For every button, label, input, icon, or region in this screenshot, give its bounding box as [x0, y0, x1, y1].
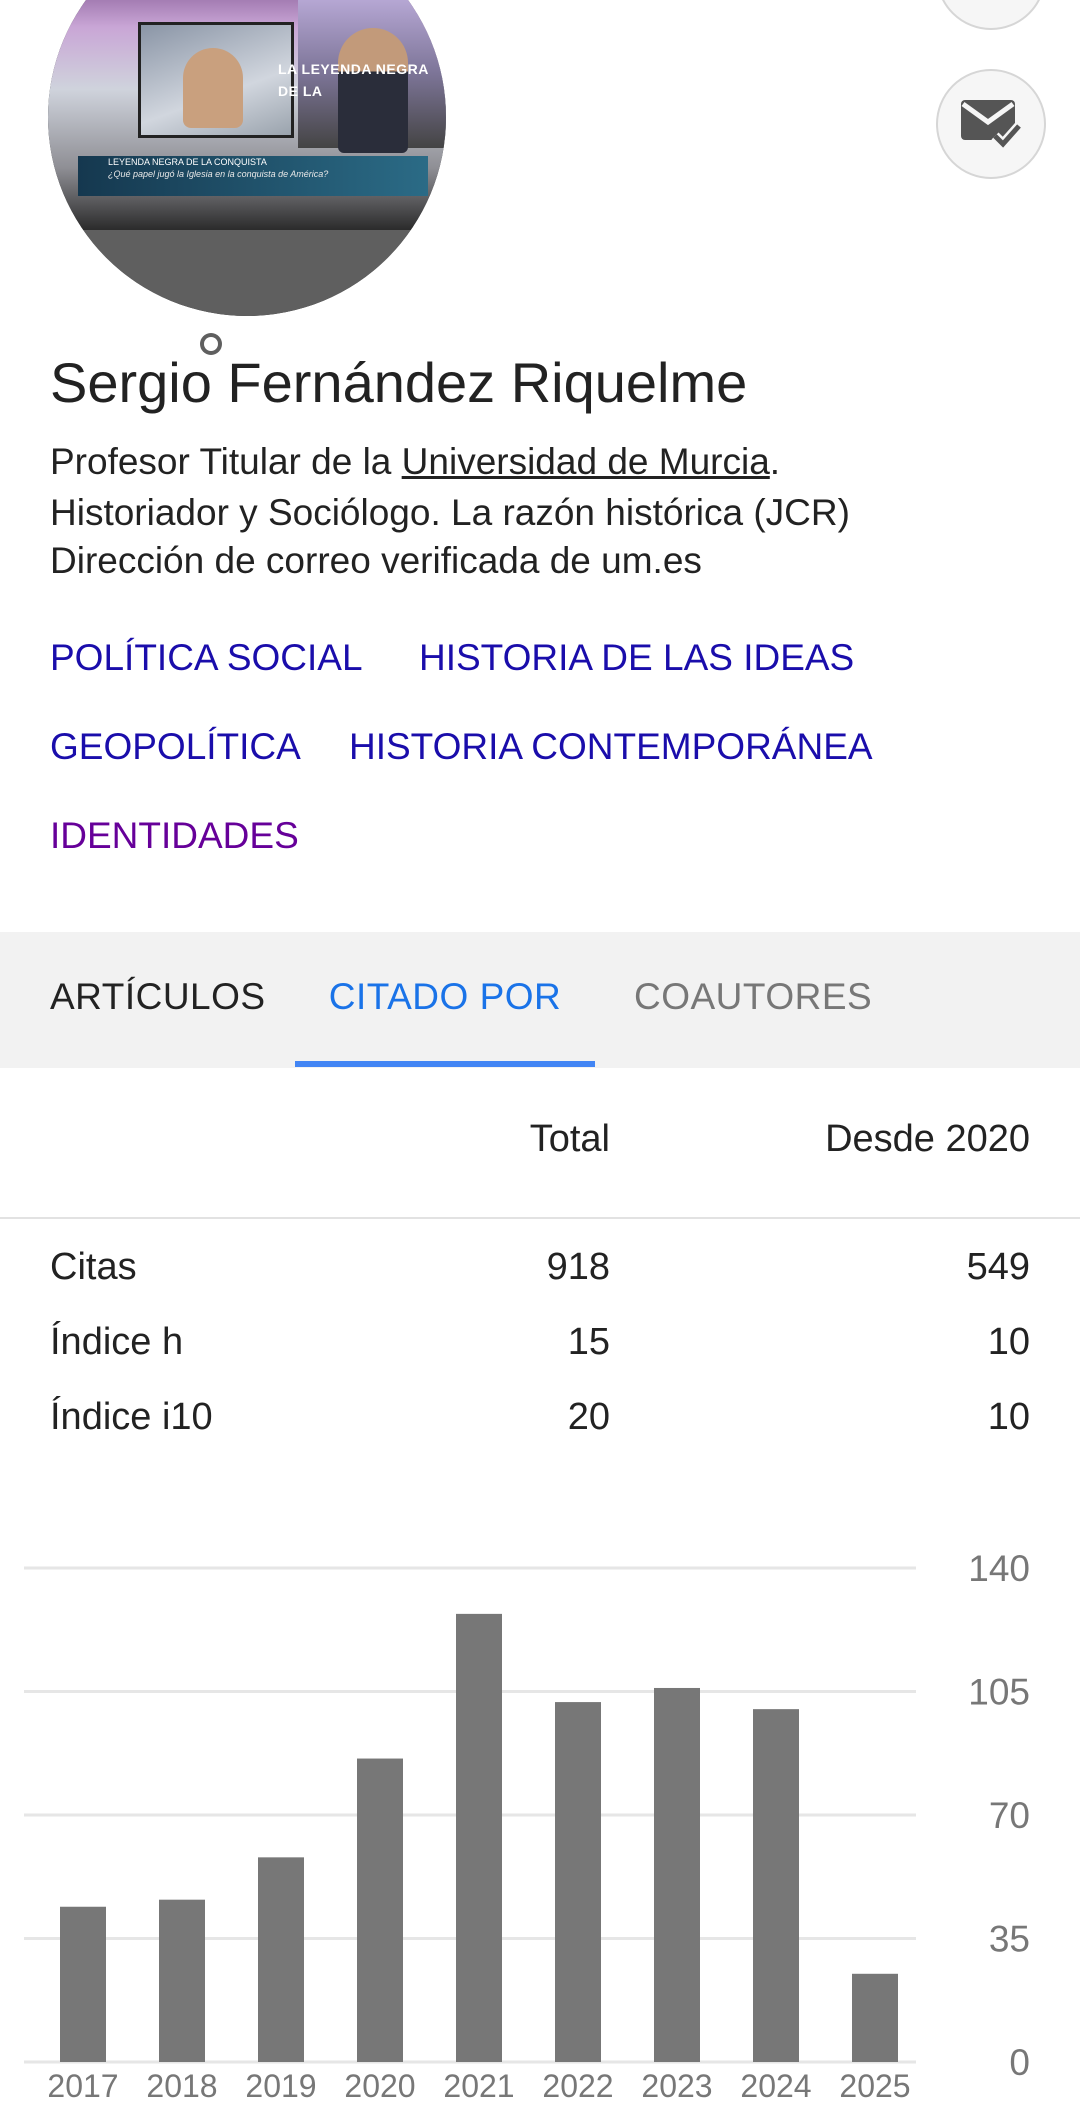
indice-i10-total: 20 — [567, 1396, 610, 1438]
row-label-indice-h: Índice h — [50, 1321, 184, 1363]
tab-bar: ARTÍCULOS CITADO POR COAUTORES — [0, 932, 1080, 1068]
row-label-citas: Citas — [50, 1246, 137, 1288]
profile-photo[interactable]: LA LEYENDA NEGRA DE LA LEYENDA NEGRA DE … — [48, 0, 446, 316]
citas-since: 549 — [966, 1246, 1030, 1288]
x-tick-label: 2023 — [641, 2068, 712, 2102]
interest-historia-contemporanea[interactable]: HISTORIA CONTEMPORÁNEA — [349, 726, 873, 768]
x-tick-label: 2020 — [344, 2068, 415, 2102]
bar-2018[interactable] — [159, 1899, 205, 2062]
y-tick-label: 140 — [968, 1548, 1030, 1589]
bar-2020[interactable] — [357, 1758, 403, 2062]
interest-historia-ideas[interactable]: HISTORIA DE LAS IDEAS — [419, 637, 854, 679]
interest-politica-social[interactable]: POLÍTICA SOCIAL — [50, 637, 363, 679]
bar-2021[interactable] — [456, 1613, 502, 2062]
university-link[interactable]: Universidad de Murcia — [402, 441, 770, 482]
photo-banner-title: LEYENDA NEGRA DE LA CONQUISTA — [108, 157, 267, 167]
photo-screen-text: LA LEYENDA NEGRA DE LA — [278, 58, 429, 102]
bar-2022[interactable] — [555, 1702, 601, 2062]
tab-citado-por[interactable]: CITADO POR — [295, 932, 595, 1068]
bar-2023[interactable] — [654, 1687, 700, 2062]
interest-identidades[interactable]: IDENTIDADES — [50, 815, 299, 857]
x-tick-label: 2021 — [443, 2068, 514, 2102]
photo-screen-line1: LA LEYENDA NEGRA — [278, 61, 429, 77]
more-actions-button[interactable] — [936, 0, 1046, 30]
tab-coautores[interactable]: COAUTORES — [634, 932, 872, 1068]
stats-divider — [0, 1217, 1080, 1219]
x-tick-label: 2024 — [740, 2068, 811, 2102]
photo-edit-strip — [48, 230, 446, 316]
affiliation-suffix: . — [769, 441, 781, 482]
indice-h-total: 15 — [567, 1321, 610, 1363]
tab-articulos[interactable]: ARTÍCULOS — [50, 932, 266, 1068]
photo-banner: LEYENDA NEGRA DE LA CONQUISTA ¿Qué papel… — [78, 156, 428, 196]
x-tick-label: 2018 — [146, 2068, 217, 2102]
y-tick-label: 105 — [968, 1672, 1030, 1713]
photo-screen-line2: DE LA — [278, 83, 323, 99]
bar-2024[interactable] — [753, 1709, 799, 2062]
y-tick-label: 70 — [989, 1795, 1030, 1836]
y-tick-label: 0 — [1009, 2042, 1030, 2083]
x-tick-label: 2022 — [542, 2068, 613, 2102]
verified-email-text: Dirección de correo verificada de um.es — [50, 540, 702, 581]
bar-2019[interactable] — [258, 1857, 304, 2062]
y-tick-label: 35 — [989, 1919, 1030, 1960]
interest-geopolitica[interactable]: GEOPOLÍTICA — [50, 726, 301, 768]
affiliation-line2: Historiador y Sociólogo. La razón histór… — [50, 492, 850, 533]
citations-bar-chart: 0 35 70 105 140 2017 2018 2019 2020 2021 2022 2023 2… — [24, 1548, 1030, 2104]
row-label-indice-i10: Índice i10 — [50, 1396, 213, 1438]
profile-affiliation: Profesor Titular de la Universidad de Mu… — [50, 436, 1060, 538]
citations-per-year-chart: 0 35 70 105 140 2017 2018 2019 2020 2021 2022 2023 2… — [0, 1540, 1080, 2104]
x-tick-label: 2019 — [245, 2068, 316, 2102]
header-total: Total — [529, 1118, 610, 1160]
email-verified-button[interactable] — [936, 69, 1046, 179]
photo-person-left — [183, 48, 243, 128]
header-since: Desde 2020 — [825, 1118, 1030, 1160]
bar-2017[interactable] — [60, 1906, 106, 2062]
mark-email-read-icon — [961, 100, 1023, 152]
active-tab-indicator — [295, 1061, 595, 1067]
indice-h-since: 10 — [987, 1321, 1030, 1363]
photo-banner-subtitle: ¿Qué papel jugó la Iglesia en la conquis… — [108, 169, 329, 179]
affiliation-prefix: Profesor Titular de la — [50, 441, 402, 482]
indice-i10-since: 10 — [987, 1396, 1030, 1438]
x-tick-label: 2017 — [47, 2068, 118, 2102]
x-tick-label: 2025 — [839, 2068, 910, 2102]
citas-total: 918 — [546, 1246, 610, 1288]
profile-name: Sergio Fernández Riquelme — [50, 351, 748, 414]
bar-2025[interactable] — [852, 1973, 898, 2062]
